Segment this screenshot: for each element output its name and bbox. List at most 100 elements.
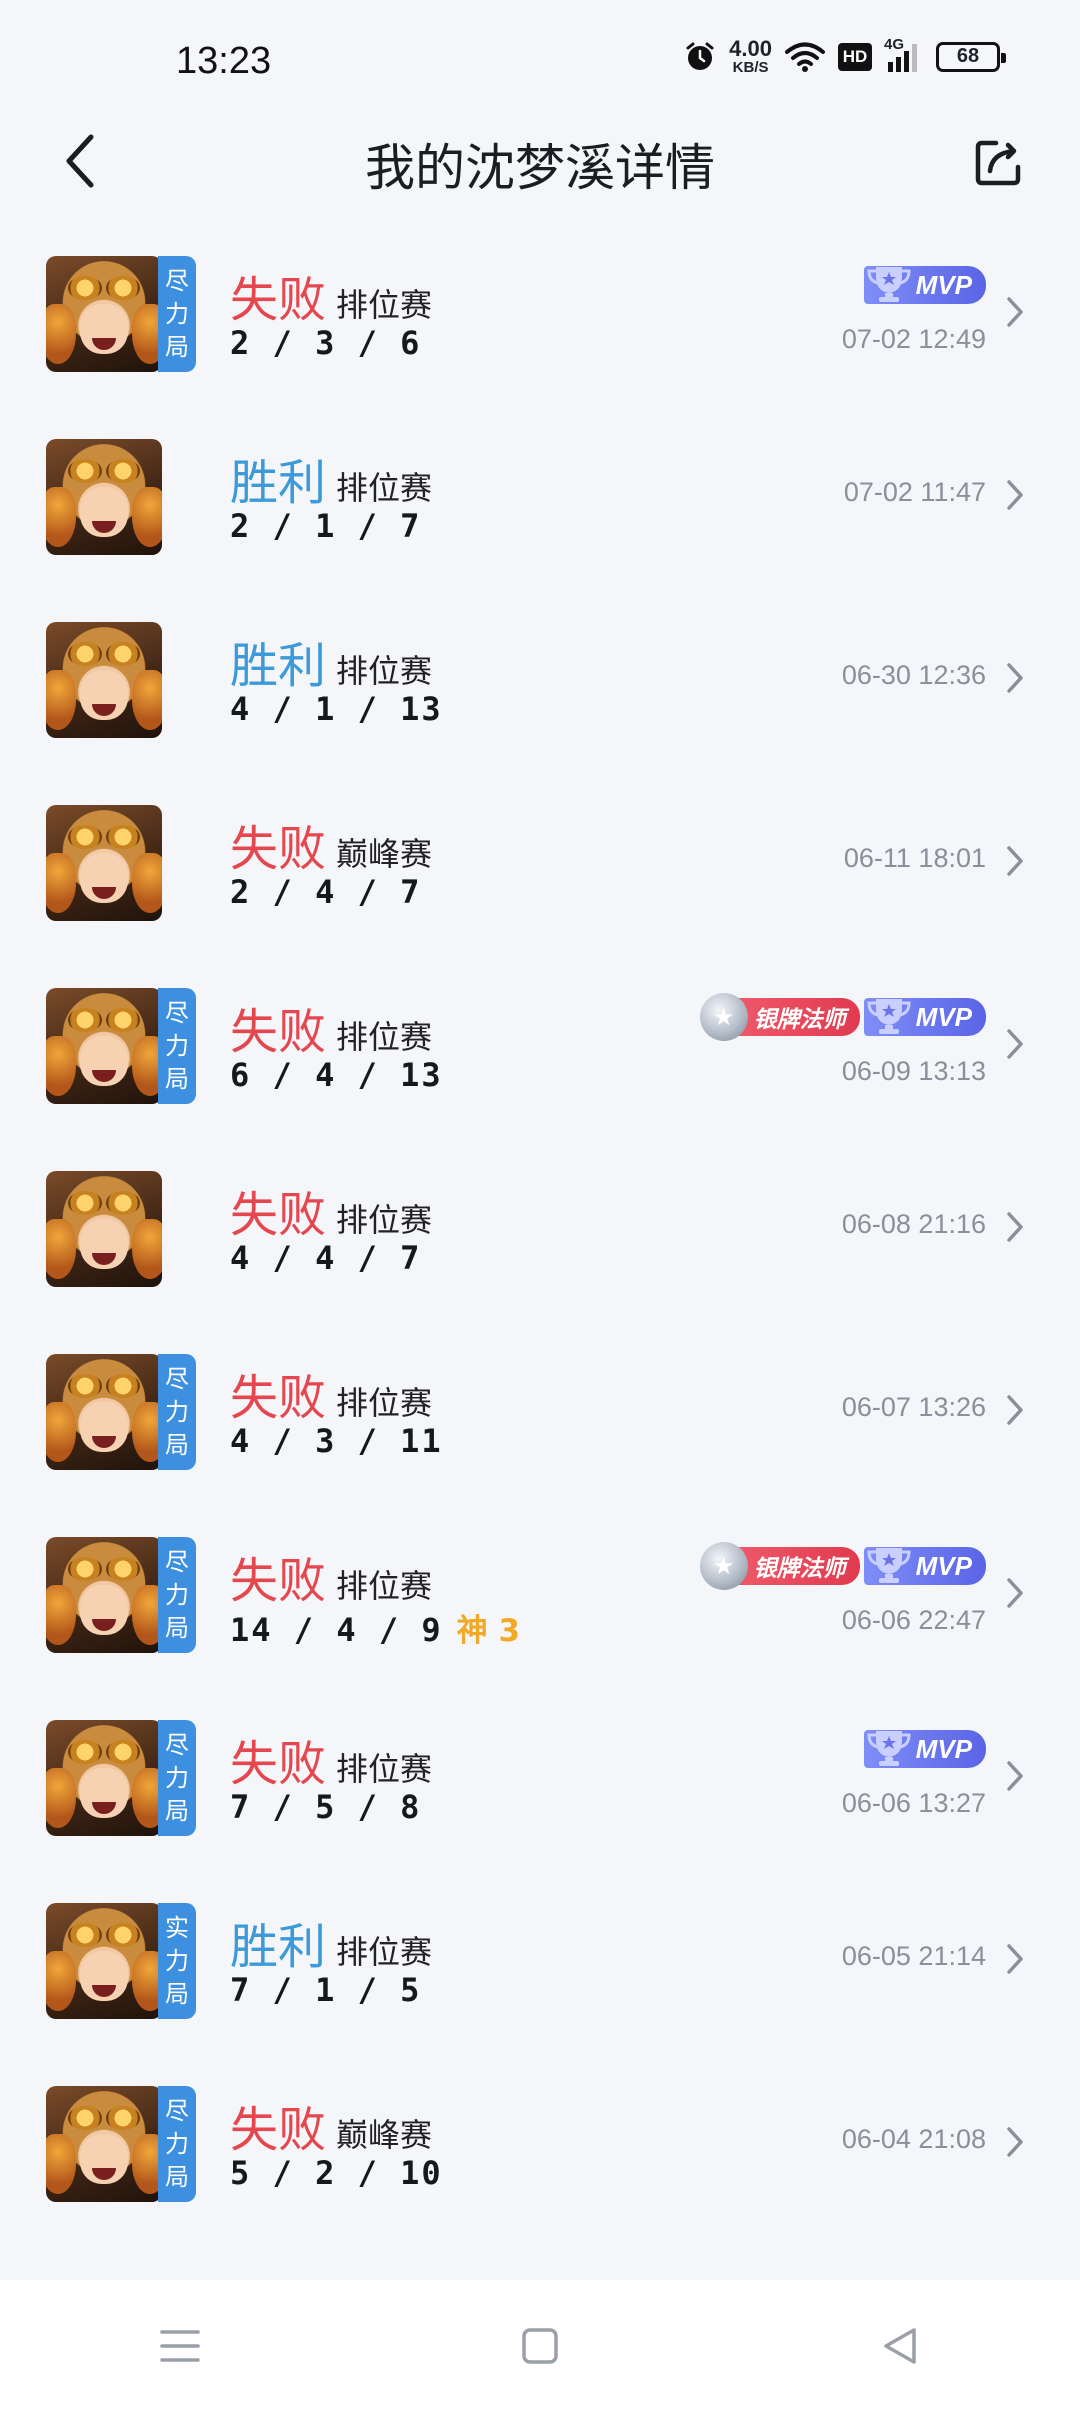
performance-tag-char: 力 xyxy=(165,1763,189,1792)
chevron-right-icon xyxy=(1000,1207,1030,1247)
match-row[interactable]: 实力局 胜利 排位赛 7 / 1 / 5 06-05 21:14 xyxy=(0,1867,1080,2050)
hero-avatar: 尽力局 xyxy=(46,1354,196,1470)
share-button[interactable] xyxy=(968,130,1032,194)
match-mode: 巅峰赛 xyxy=(336,835,433,873)
mvp-badge: MVP xyxy=(863,1547,986,1585)
match-result: 失败 xyxy=(230,821,327,877)
kill-streak: 神 3 xyxy=(456,1613,521,1649)
hero-avatar xyxy=(46,1171,196,1287)
match-row[interactable]: 尽力局 失败 巅峰赛 5 / 2 / 10 06-04 21:08 xyxy=(0,2050,1080,2233)
mvp-badge: MVP xyxy=(863,998,986,1036)
result-line: 失败 排位赛 xyxy=(230,992,432,1062)
hero-portrait xyxy=(46,256,162,372)
status-bar: 13:23 4.00 KB/S HD 4G 68 xyxy=(0,0,1080,120)
performance-tag-char: 局 xyxy=(165,332,189,361)
result-line: 失败 排位赛 xyxy=(230,1724,432,1794)
kda-score: 14 / 4 / 9 xyxy=(230,1611,443,1649)
result-line: 失败 排位赛 xyxy=(230,1541,432,1611)
hero-avatar: 尽力局 xyxy=(46,2086,196,2202)
match-mode: 排位赛 xyxy=(336,469,433,507)
kda-score: 2 / 3 / 6 xyxy=(230,324,422,362)
match-datetime: 06-04 21:08 xyxy=(841,2124,986,2154)
performance-tag-char: 局 xyxy=(165,1796,189,1825)
match-datetime: 06-09 13:13 xyxy=(841,1056,986,1086)
match-datetime: 06-05 21:14 xyxy=(841,1941,986,1971)
menu-icon xyxy=(160,2330,200,2362)
performance-tag: 尽力局 xyxy=(158,256,196,372)
kda-score: 4 / 3 / 11 xyxy=(230,1422,443,1460)
triangle-back-icon xyxy=(884,2328,916,2364)
hero-avatar: 实力局 xyxy=(46,1903,196,2019)
hero-portrait xyxy=(46,1354,162,1470)
performance-tag: 尽力局 xyxy=(158,2086,196,2202)
kda-line: 2 / 4 / 7 xyxy=(230,873,421,911)
nav-back-button[interactable] xyxy=(840,2296,960,2396)
share-icon xyxy=(975,140,1021,186)
performance-tag: 尽力局 xyxy=(158,1354,196,1470)
performance-tag-char: 局 xyxy=(165,1979,189,2008)
network-label: 4G xyxy=(884,35,905,53)
nav-home-button[interactable] xyxy=(480,2296,600,2396)
match-row[interactable]: 尽力局 失败 排位赛 7 / 5 / 8 MVP 06-06 13:27 xyxy=(0,1684,1080,1867)
hero-avatar: 尽力局 xyxy=(46,988,196,1104)
match-row[interactable]: 尽力局 失败 排位赛 2 / 3 / 6 MVP 07-02 12:49 xyxy=(0,220,1080,403)
match-row[interactable]: 尽力局 失败 排位赛 4 / 3 / 11 06-07 13:26 xyxy=(0,1318,1080,1501)
hero-avatar xyxy=(46,622,196,738)
medal-icon: ★ xyxy=(699,993,748,1041)
match-row[interactable]: 失败 排位赛 4 / 4 / 7 06-08 21:16 xyxy=(0,1135,1080,1318)
chevron-right-icon xyxy=(1000,1024,1030,1064)
match-row[interactable]: 胜利 排位赛 4 / 1 / 13 06-30 12:36 xyxy=(0,586,1080,769)
match-row[interactable]: 失败 巅峰赛 2 / 4 / 7 06-11 18:01 xyxy=(0,769,1080,952)
result-line: 失败 巅峰赛 xyxy=(230,809,432,879)
match-mode: 巅峰赛 xyxy=(336,2116,433,2154)
battery-indicator: 68 xyxy=(936,41,1006,72)
match-row[interactable]: 胜利 排位赛 2 / 1 / 7 07-02 11:47 xyxy=(0,403,1080,586)
match-result: 失败 xyxy=(230,1187,327,1243)
signal-icon: 4G xyxy=(884,36,924,74)
match-datetime: 06-30 12:36 xyxy=(841,660,986,690)
match-mode: 排位赛 xyxy=(336,1933,433,1971)
match-result: 失败 xyxy=(230,1553,327,1609)
match-result: 胜利 xyxy=(230,455,327,511)
match-mode: 排位赛 xyxy=(336,1018,433,1056)
match-mode: 排位赛 xyxy=(336,1567,433,1605)
status-icons: 4.00 KB/S HD 4G 68 xyxy=(683,36,1006,76)
result-line: 失败 排位赛 xyxy=(230,260,432,330)
hero-avatar xyxy=(46,805,196,921)
hd-badge: HD xyxy=(838,42,872,71)
kda-line: 2 / 3 / 6 xyxy=(230,324,421,362)
match-datetime: 07-02 11:47 xyxy=(843,477,986,507)
kda-line: 7 / 5 / 8 xyxy=(230,1788,421,1826)
performance-tag-char: 局 xyxy=(165,1613,189,1642)
trophy-icon xyxy=(864,1724,914,1770)
chevron-right-icon xyxy=(1000,475,1030,515)
result-line: 胜利 排位赛 xyxy=(230,1907,432,1977)
match-datetime: 06-08 21:16 xyxy=(841,1209,986,1239)
match-row[interactable]: 尽力局 失败 排位赛 6 / 4 / 13 ★ 银牌法师 MVP 06-09 13:… xyxy=(0,952,1080,1135)
performance-tag-char: 实 xyxy=(165,1913,189,1942)
result-line: 胜利 排位赛 xyxy=(230,626,432,696)
performance-tag-char: 局 xyxy=(165,2162,189,2191)
mvp-label: MVP xyxy=(915,269,972,300)
kda-line: 14 / 4 / 9 神 3 xyxy=(230,1605,520,1650)
match-datetime: 06-07 13:26 xyxy=(841,1392,986,1422)
performance-tag: 尽力局 xyxy=(158,1537,196,1653)
silver-mage-badge: ★ 银牌法师 xyxy=(699,993,860,1041)
net-speed: 4.00 KB/S xyxy=(729,38,772,76)
kda-score: 6 / 4 / 13 xyxy=(230,1056,443,1094)
kda-line: 4 / 3 / 11 xyxy=(230,1422,443,1460)
performance-tag-char: 力 xyxy=(165,1031,189,1060)
match-row[interactable]: 尽力局 失败 排位赛 14 / 4 / 9 神 3 ★ 银牌法师 MVP 06-06… xyxy=(0,1501,1080,1684)
status-time: 13:23 xyxy=(176,40,272,82)
silver-badge-label: 银牌法师 xyxy=(753,1556,846,1582)
app-header: 我的沈梦溪详情 xyxy=(0,110,1080,210)
hero-portrait xyxy=(46,622,162,738)
kda-line: 2 / 1 / 7 xyxy=(230,507,421,545)
result-line: 失败 排位赛 xyxy=(230,1358,432,1428)
performance-tag-char: 力 xyxy=(165,299,189,328)
hero-portrait xyxy=(46,988,162,1104)
performance-tag-char: 尽 xyxy=(165,1364,189,1393)
nav-menu-button[interactable] xyxy=(120,2296,240,2396)
hero-portrait xyxy=(46,805,162,921)
match-list: 尽力局 失败 排位赛 2 / 3 / 6 MVP 07-02 12:49 胜利 … xyxy=(0,220,1080,2233)
